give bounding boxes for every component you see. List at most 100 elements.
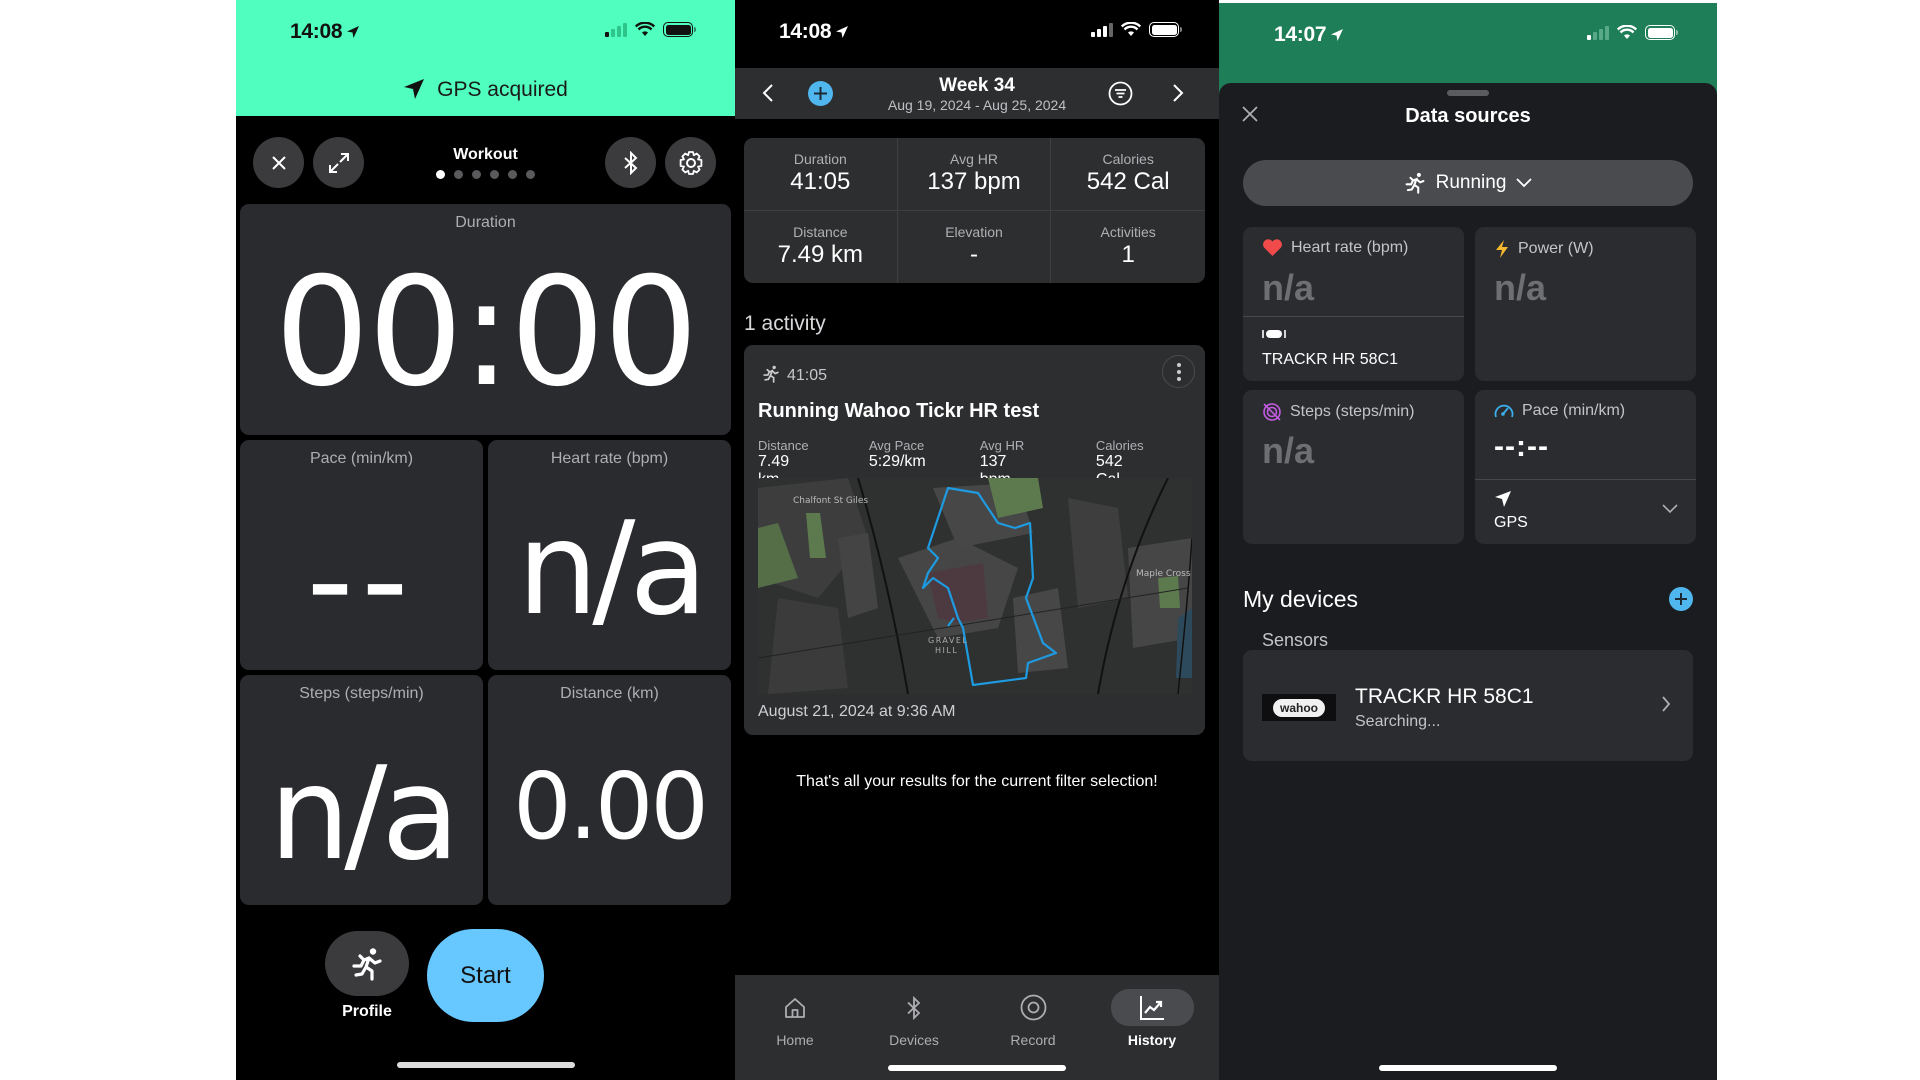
heart-rate-value: n/a xyxy=(517,495,708,644)
location-arrow-icon xyxy=(1495,491,1511,507)
pace-value: --:-- xyxy=(1494,430,1549,463)
heart-icon xyxy=(1263,239,1282,256)
summary-activities: Activities 1 xyxy=(1100,223,1156,268)
location-icon xyxy=(836,26,849,38)
page-dot[interactable] xyxy=(436,170,445,179)
chevron-right-icon[interactable] xyxy=(1172,83,1184,103)
pace-value: -- xyxy=(306,504,417,656)
device-status: Searching... xyxy=(1355,713,1441,730)
home-icon xyxy=(785,997,805,1018)
tab-history[interactable]: History xyxy=(1102,989,1202,1048)
end-of-results-message: That's all your results for the current … xyxy=(796,773,1158,790)
tab-bar: Home Devices Record History xyxy=(735,975,1219,1080)
filter-icon[interactable] xyxy=(1108,81,1133,106)
map-label: HILL xyxy=(935,646,958,655)
status-bar: 14:07 xyxy=(1219,3,1717,71)
bluetooth-button[interactable] xyxy=(605,137,656,188)
signal-icon xyxy=(605,22,627,37)
week-range: Aug 19, 2024 - Aug 25, 2024 xyxy=(887,97,1067,113)
page-title: Workout xyxy=(453,146,518,163)
distance-tile[interactable]: Distance (km) 0.00 xyxy=(488,675,731,905)
add-device-button[interactable] xyxy=(1669,587,1693,611)
wifi-icon xyxy=(1617,25,1637,39)
week-summary: Duration 41:05 Avg HR 137 bpm Calories 542 … xyxy=(744,138,1205,283)
activity-type-dropdown[interactable]: Running xyxy=(1243,160,1693,206)
hr-strap-icon xyxy=(1262,330,1286,338)
my-devices-heading: My devices xyxy=(1243,586,1359,612)
data-sources-screen: 14:07 Data sources Running Heart rate (b… xyxy=(1219,0,1717,1080)
location-icon xyxy=(347,26,360,38)
settings-button[interactable] xyxy=(665,137,716,188)
chevron-down-icon xyxy=(1516,178,1533,188)
lightning-icon xyxy=(1496,240,1508,258)
gear-icon xyxy=(679,150,702,175)
home-indicator xyxy=(888,1065,1066,1071)
profile-label: Profile xyxy=(342,1003,392,1020)
sheet-title: Data sources xyxy=(1405,105,1531,127)
wifi-icon xyxy=(635,22,655,36)
running-icon xyxy=(1405,172,1425,194)
steps-value: n/a xyxy=(269,740,460,889)
location-arrow-icon xyxy=(404,79,425,99)
device-name: TRACKR HR 58C1 xyxy=(1355,685,1534,708)
status-time: 14:07 xyxy=(1274,23,1327,46)
battery-icon xyxy=(1149,22,1182,37)
status-time: 14:08 xyxy=(779,20,832,43)
steps-tile[interactable]: Steps (steps/min) n/a xyxy=(240,675,483,905)
battery-icon xyxy=(663,22,696,37)
workout-screen: 14:08 GPS acquired Workout Duration 00:0… xyxy=(236,0,735,1080)
page-indicator[interactable] xyxy=(236,170,735,179)
history-screen: 14:08 Week 34 Aug 19, 2024 - Aug 25, 202… xyxy=(735,0,1219,1080)
activity-date: August 21, 2024 at 9:36 AM xyxy=(758,703,956,720)
speedometer-icon xyxy=(1494,404,1514,418)
page-dot[interactable] xyxy=(454,170,463,179)
wahoo-logo: wahoo xyxy=(1262,694,1336,721)
heart-rate-source-tile[interactable]: Heart rate (bpm) n/a TRACKR HR 58C1 xyxy=(1243,227,1464,381)
stat-avg-pace: 5:29/km xyxy=(868,453,926,470)
bluetooth-icon xyxy=(623,150,637,175)
tab-devices[interactable]: Devices xyxy=(864,989,964,1048)
signal-icon xyxy=(1587,25,1609,40)
duration-tile[interactable]: Duration 00:00 xyxy=(240,204,731,435)
profile-button[interactable] xyxy=(325,931,409,996)
summary-calories: Calories 542 Cal xyxy=(1051,138,1205,211)
home-indicator xyxy=(1379,1065,1557,1071)
week-title: Week 34 xyxy=(939,75,1015,96)
steps-source-tile[interactable]: Steps (steps/min) n/a xyxy=(1243,390,1464,544)
start-button[interactable]: Start xyxy=(427,929,544,1022)
page-dot[interactable] xyxy=(472,170,481,179)
pace-tile[interactable]: Pace (min/km) -- xyxy=(240,440,483,670)
tab-record[interactable]: Record xyxy=(983,989,1083,1048)
page-dot[interactable] xyxy=(526,170,535,179)
pace-source-tile[interactable]: Pace (min/km) --:-- GPS xyxy=(1475,390,1696,544)
tab-home[interactable]: Home xyxy=(745,989,845,1048)
pace-source-name: GPS xyxy=(1494,514,1528,531)
page-dot[interactable] xyxy=(508,170,517,179)
battery-icon xyxy=(1645,25,1678,40)
wifi-icon xyxy=(1121,22,1141,36)
summary-avg-hr: Avg HR 137 bpm xyxy=(897,138,1052,211)
sensors-heading: Sensors xyxy=(1262,630,1329,650)
running-icon xyxy=(763,365,779,383)
kebab-icon xyxy=(1176,362,1181,367)
distance-value: 0.00 xyxy=(513,753,709,860)
page-dot[interactable] xyxy=(490,170,499,179)
pace-source[interactable]: GPS xyxy=(1475,479,1696,544)
heart-rate-source[interactable]: TRACKR HR 58C1 xyxy=(1243,316,1464,381)
sheet-grabber[interactable] xyxy=(1447,90,1489,96)
status-bar: 14:08 xyxy=(735,0,1219,68)
more-options-button[interactable] xyxy=(1162,355,1195,388)
chevron-down-icon[interactable] xyxy=(1662,504,1678,514)
summary-duration: Duration 41:05 xyxy=(744,138,898,211)
heart-rate-tile[interactable]: Heart rate (bpm) n/a xyxy=(488,440,731,670)
tile-label: Heart rate (bpm) xyxy=(550,450,669,467)
map-label: Maple Cross xyxy=(1136,569,1191,579)
steps-target-icon xyxy=(1263,403,1281,421)
plus-icon xyxy=(1675,593,1687,605)
map-label: GRAVEL xyxy=(928,636,968,645)
power-source-tile[interactable]: Power (W) n/a xyxy=(1475,227,1696,381)
device-list-item[interactable]: wahoo TRACKR HR 58C1 Searching... xyxy=(1243,650,1693,761)
activity-card[interactable]: 41:05 Running Wahoo Tickr HR test Distan… xyxy=(744,345,1205,735)
route-map[interactable]: Chalfont St Giles Maple Cross GRAVEL HIL… xyxy=(758,478,1192,694)
activity-type-value: Running xyxy=(1435,172,1507,193)
